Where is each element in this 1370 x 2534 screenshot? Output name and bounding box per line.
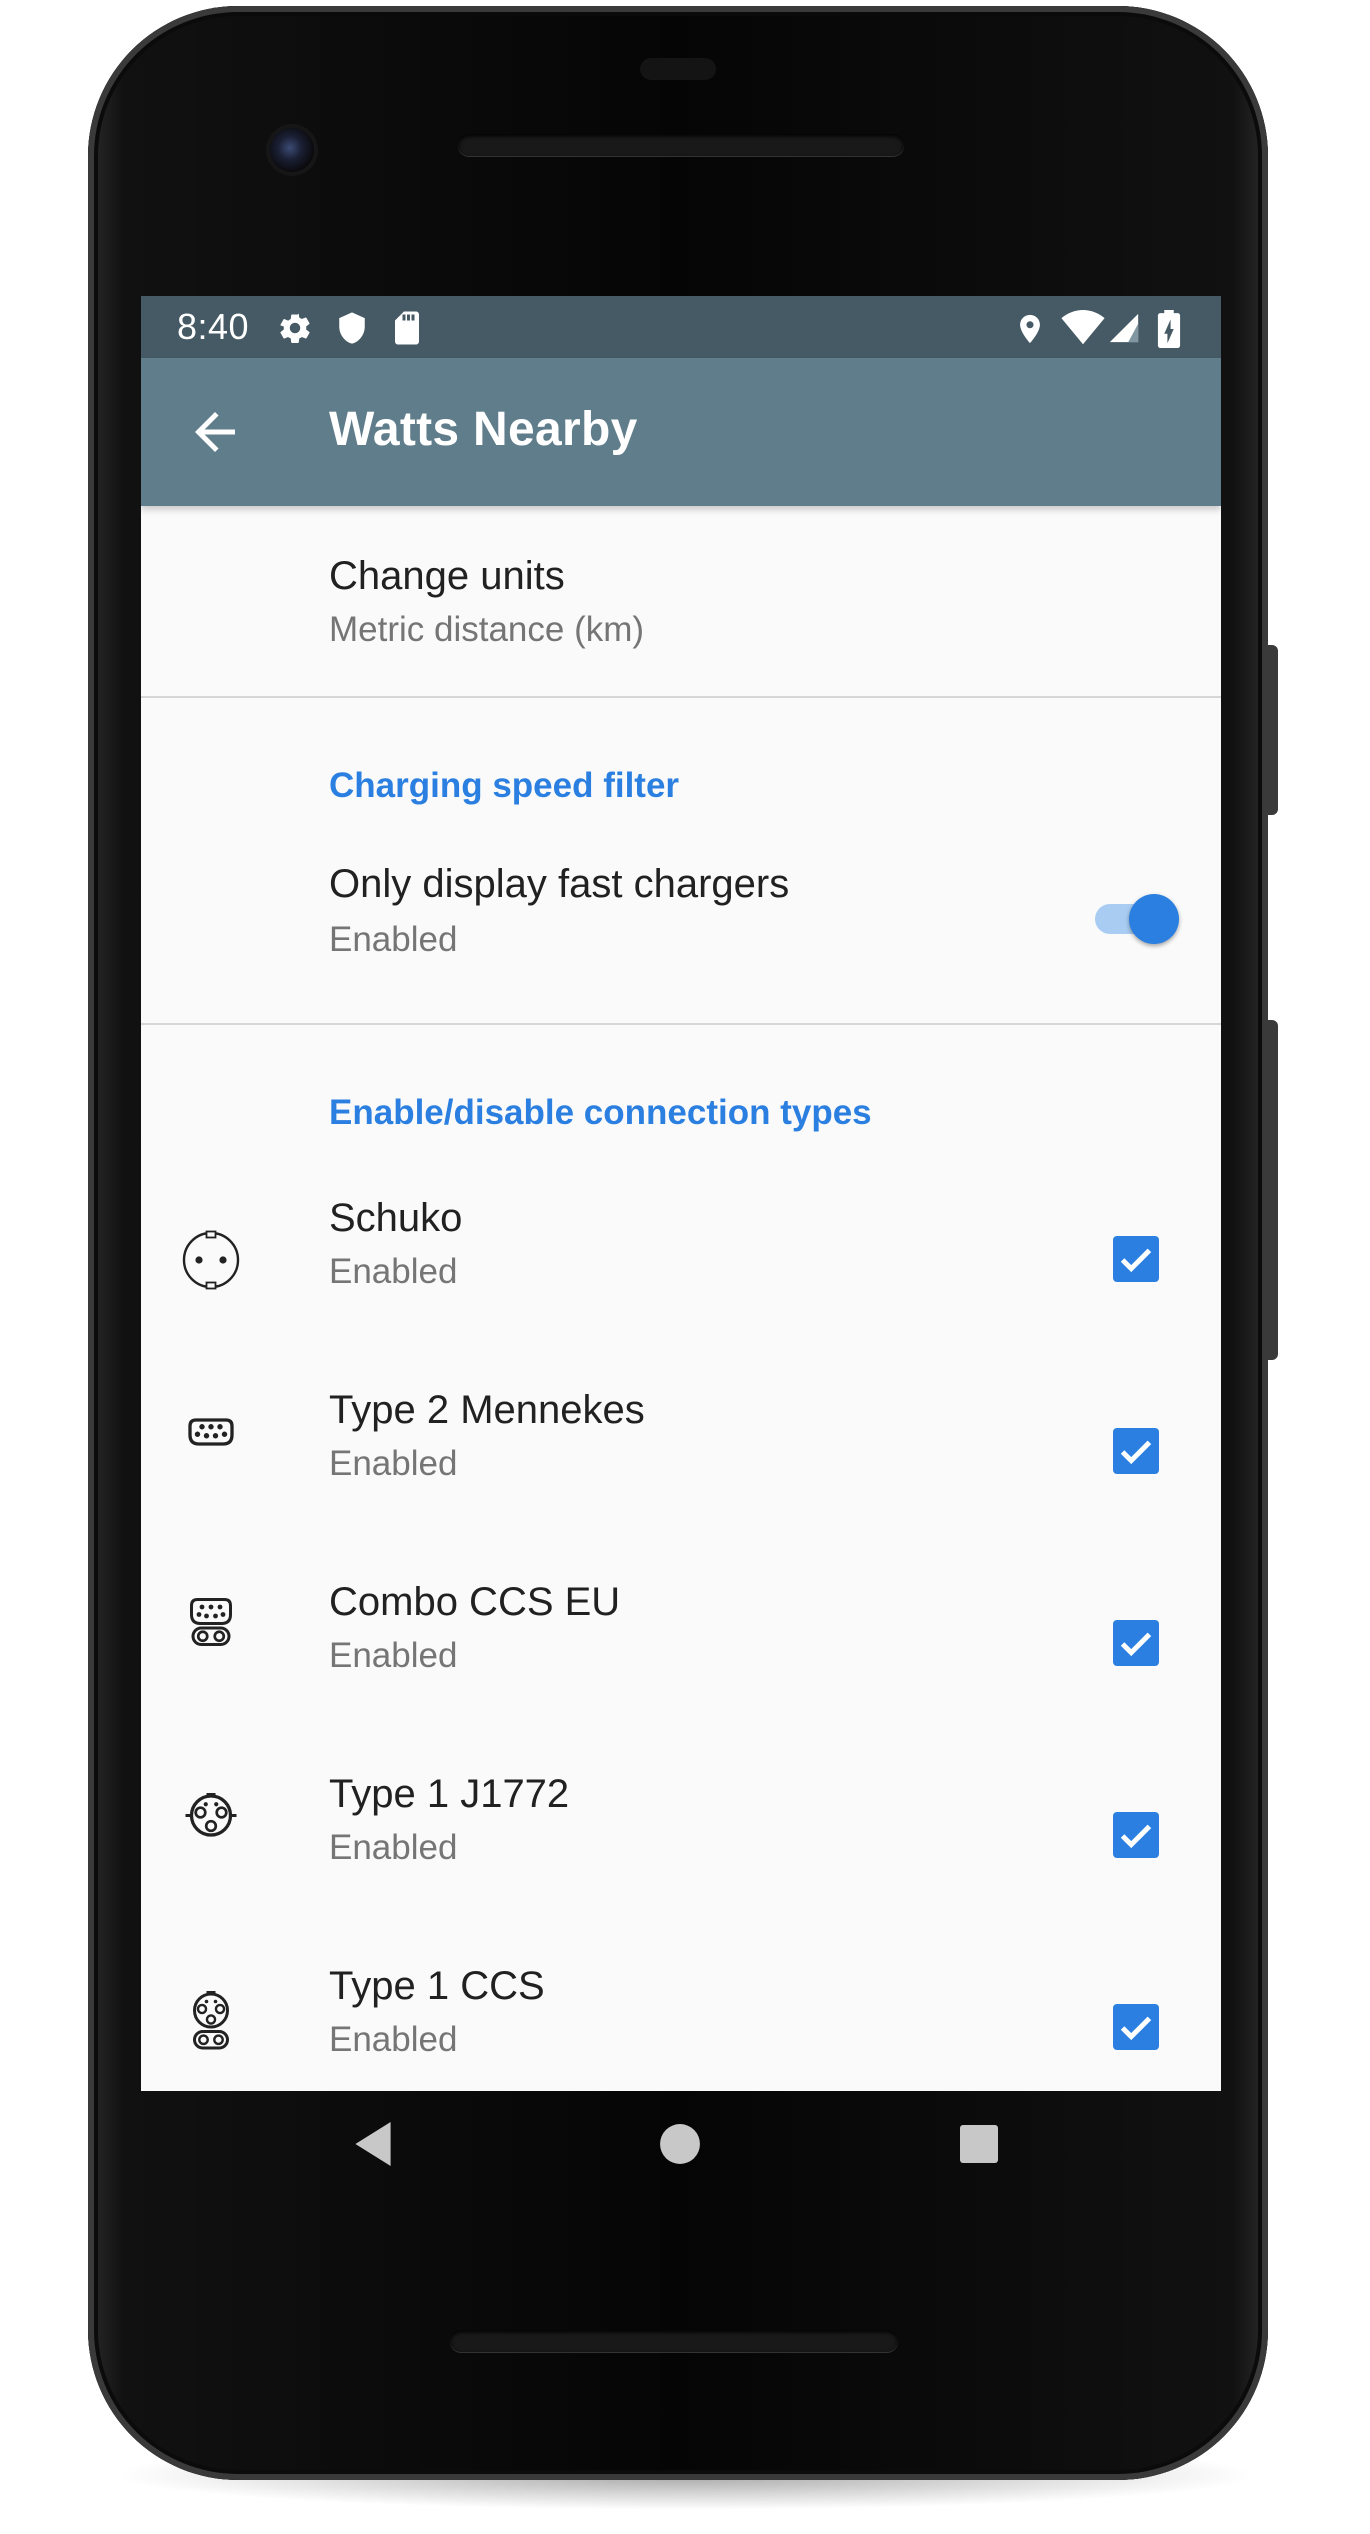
pref-title: Type 2 Mennekes bbox=[329, 1388, 645, 1432]
pref-summary: Enabled bbox=[329, 1636, 458, 1675]
fast-chargers-switch[interactable] bbox=[1087, 888, 1179, 948]
checkmark-icon bbox=[1120, 1440, 1152, 1465]
category-connection-types: Enable/disable connection types bbox=[329, 1093, 872, 1132]
status-bar: 8:40 bbox=[141, 296, 1221, 358]
ccs-eu-plug-icon bbox=[190, 1598, 232, 1646]
type2-plug-icon bbox=[188, 1418, 234, 1446]
pref-change-units[interactable]: Change units Metric distance (km) bbox=[141, 506, 1221, 696]
battery-charging-icon bbox=[1157, 310, 1181, 348]
arrow-left-icon[interactable] bbox=[185, 402, 245, 462]
pref-title: Only display fast chargers bbox=[329, 862, 790, 906]
pref-type1-ccs[interactable]: Type 1 CCS Enabled bbox=[141, 1914, 1221, 2091]
home-circle-icon[interactable] bbox=[659, 2123, 701, 2165]
shield-icon bbox=[339, 312, 365, 344]
pref-title: Combo CCS EU bbox=[329, 1580, 621, 1624]
pref-type1-j1772[interactable]: Type 1 J1772 Enabled bbox=[141, 1722, 1221, 1914]
combo-ccs-eu-checkbox[interactable] bbox=[1113, 1620, 1159, 1666]
pref-title: Type 1 CCS bbox=[329, 1964, 545, 2008]
schuko-checkbox[interactable] bbox=[1113, 1236, 1159, 1282]
switch-thumb bbox=[1129, 894, 1179, 944]
type1-ccs-plug-icon bbox=[193, 1991, 229, 2050]
sd-card-icon bbox=[395, 311, 419, 345]
category-charging-speed: Charging speed filter bbox=[329, 766, 680, 805]
status-time: 8:40 bbox=[177, 306, 250, 347]
page-title: Watts Nearby bbox=[329, 403, 638, 456]
type2-mennekes-checkbox[interactable] bbox=[1113, 1428, 1159, 1474]
pref-combo-ccs-eu[interactable]: Combo CCS EU Enabled bbox=[141, 1530, 1221, 1722]
pref-summary: Enabled bbox=[329, 2020, 458, 2059]
pref-type2-mennekes[interactable]: Type 2 Mennekes Enabled bbox=[141, 1338, 1221, 1530]
proximity-sensor bbox=[640, 58, 716, 80]
bottom-speaker bbox=[450, 2330, 898, 2352]
power-button bbox=[1268, 1020, 1278, 1360]
pref-title: Type 1 J1772 bbox=[329, 1772, 570, 1816]
type1-ccs-checkbox[interactable] bbox=[1113, 2004, 1159, 2050]
divider bbox=[141, 696, 1221, 698]
navigation-bar bbox=[141, 2091, 1221, 2211]
checkmark-icon bbox=[1120, 1632, 1152, 1657]
front-camera bbox=[270, 128, 314, 172]
volume-button bbox=[1268, 645, 1278, 815]
checkmark-icon bbox=[1120, 1248, 1152, 1273]
app-bar: Watts Nearby bbox=[141, 358, 1221, 506]
pref-summary: Enabled bbox=[329, 920, 458, 959]
checkmark-icon bbox=[1120, 1824, 1152, 1849]
type1-j1772-checkbox[interactable] bbox=[1113, 1812, 1159, 1858]
location-pin-icon bbox=[1020, 314, 1040, 344]
schuko-plug-icon bbox=[182, 1230, 240, 1290]
pref-summary: Enabled bbox=[329, 1828, 458, 1867]
pref-summary: Enabled bbox=[329, 1444, 458, 1483]
pref-summary: Metric distance (km) bbox=[329, 610, 645, 649]
screen: 8:40 Watts Nearby Change units Metric di… bbox=[141, 296, 1221, 2091]
pref-schuko[interactable]: Schuko Enabled bbox=[141, 1146, 1221, 1338]
wifi-icon bbox=[1061, 310, 1105, 345]
pref-title: Schuko bbox=[329, 1196, 463, 1240]
j1772-plug-icon bbox=[185, 1793, 237, 1837]
gear-icon bbox=[280, 313, 310, 344]
checkmark-icon bbox=[1120, 2016, 1152, 2041]
back-triangle-icon[interactable] bbox=[351, 2119, 395, 2169]
pref-fast-chargers[interactable]: Only display fast chargers Enabled bbox=[141, 826, 1221, 1016]
signal-icon bbox=[1109, 313, 1139, 343]
earpiece-speaker bbox=[458, 134, 904, 156]
pref-summary: Enabled bbox=[329, 1252, 458, 1291]
recents-square-icon[interactable] bbox=[959, 2124, 999, 2164]
pref-title: Change units bbox=[329, 554, 565, 598]
divider bbox=[141, 1023, 1221, 1025]
